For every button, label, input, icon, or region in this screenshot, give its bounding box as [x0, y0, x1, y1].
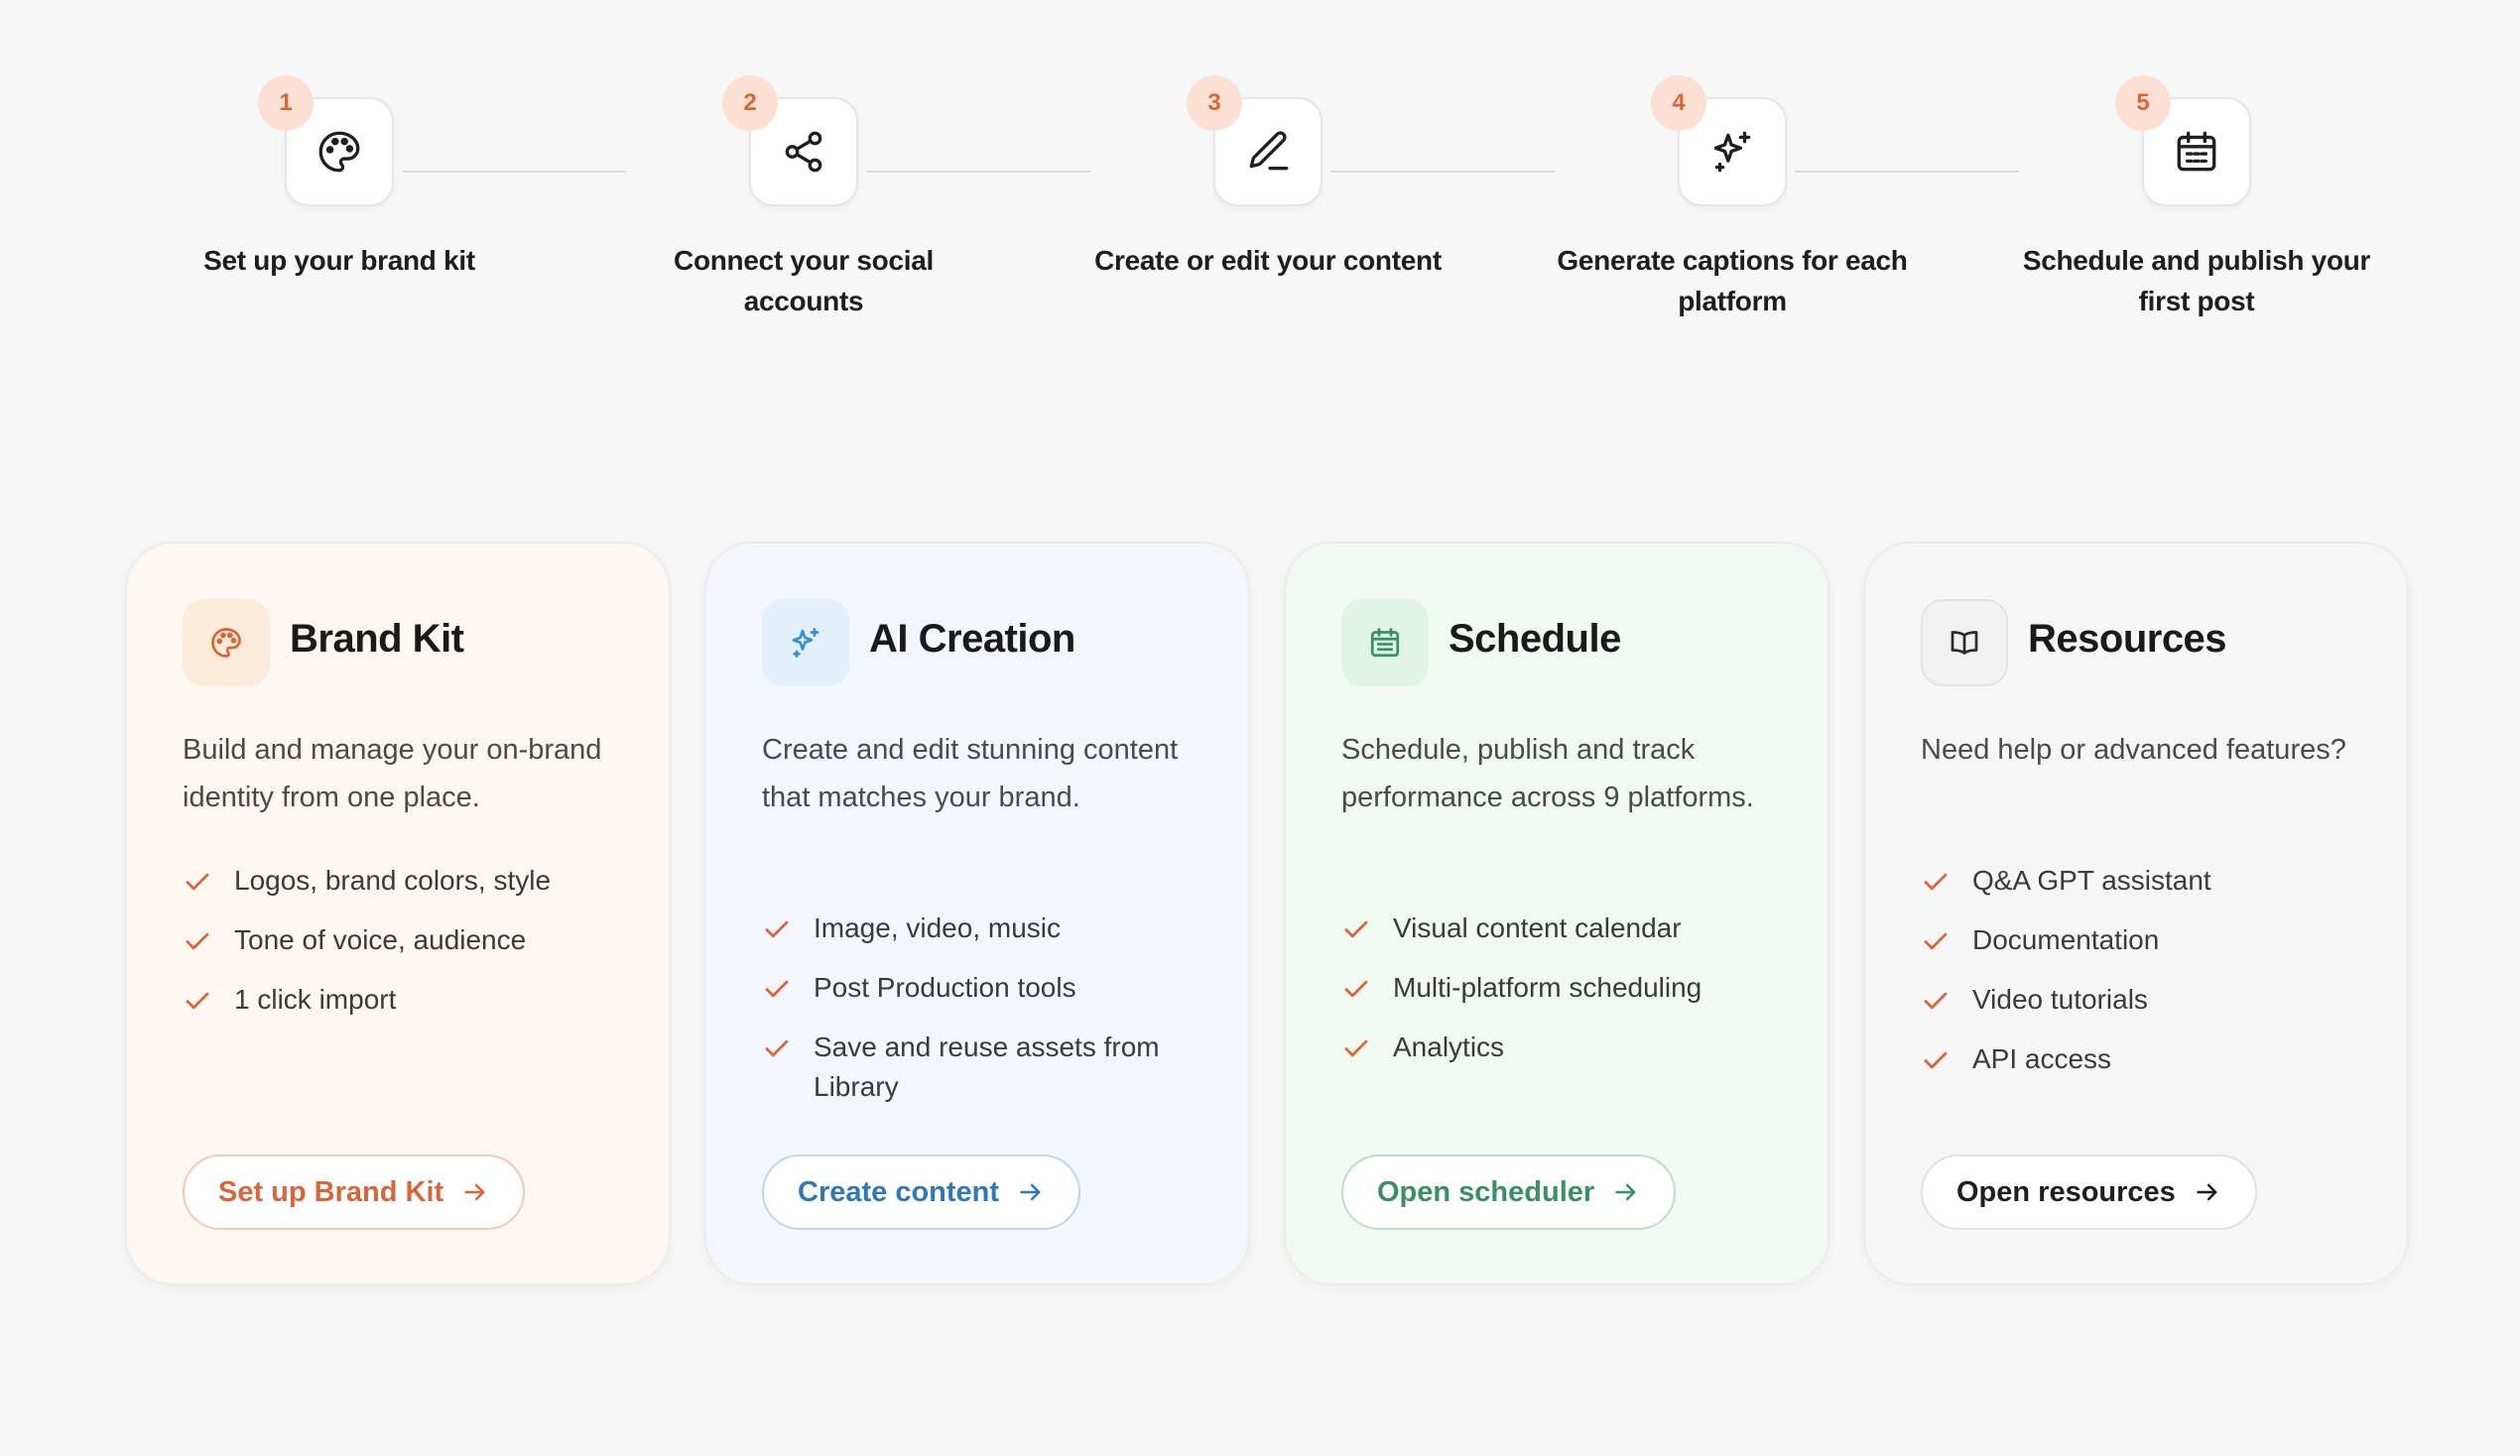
card-title: Brand Kit [290, 617, 464, 661]
button-label: Open resources [1956, 1175, 2176, 1208]
sparkles-icon [1713, 131, 1751, 173]
step-label: Set up your brand kit [203, 245, 475, 276]
onboarding-page: 1 Set up your brand kit 2 Connect your s… [0, 0, 2520, 1456]
onboarding-steps: 1 Set up your brand kit 2 Connect your s… [0, 0, 2520, 337]
palette-icon [318, 131, 360, 173]
feature-text: Visual content calendar [1393, 912, 1682, 943]
check-icon [765, 920, 789, 938]
feature-list: Q&A GPT assistant Documentation Video tu… [1921, 861, 2377, 1099]
feature-text: Video tutorials [1972, 984, 2148, 1015]
feature-item: Q&A GPT assistant [1921, 861, 2377, 901]
check-icon [1344, 980, 1368, 998]
feature-text: Multi-platform scheduling [1393, 972, 1702, 1003]
step-label: Generate captions for each platform [1557, 245, 1908, 316]
check-icon [1924, 992, 1948, 1010]
feature-item: Visual content calendar [1341, 909, 1798, 948]
card-icon-box [1921, 599, 2008, 686]
check-icon [1924, 932, 1948, 950]
card-icon-box [1341, 599, 1429, 686]
check-icon [186, 992, 209, 1010]
feature-text: Post Production tools [814, 972, 1076, 1003]
feature-text: Save and reuse assets from Library [814, 1031, 1160, 1102]
book-icon [1951, 631, 1978, 655]
feature-item: Video tutorials [1921, 980, 2377, 1020]
card-icon-box [183, 599, 270, 686]
check-icon [1924, 1051, 1948, 1069]
feature-item: Documentation [1921, 920, 2377, 960]
step-5[interactable]: 5 Schedule and publish your first post [1998, 0, 2395, 337]
button-label: Open scheduler [1377, 1175, 1595, 1208]
ai-creation-card: AI Creation Create and edit stunning con… [704, 542, 1250, 1285]
open-resources-button[interactable]: Open resources [1921, 1154, 2257, 1230]
feature-item: Image, video, music [762, 909, 1218, 948]
feature-list: Logos, brand colors, style Tone of voice… [183, 861, 639, 1039]
feature-item: API access [1921, 1039, 2377, 1079]
feature-text: Documentation [1972, 924, 2160, 955]
share-icon [785, 131, 822, 173]
arrow-right-icon [2197, 1183, 2217, 1201]
feature-item: Tone of voice, audience [183, 920, 639, 960]
card-description: Schedule, publish and track performance … [1341, 734, 1754, 813]
card-title: Schedule [1449, 617, 1621, 661]
step-number-badge: 2 [722, 75, 778, 131]
check-icon [1344, 1039, 1368, 1057]
palette-icon [211, 628, 241, 658]
card-title: Resources [2028, 617, 2227, 661]
brand-kit-card: Brand Kit Build and manage your on-brand… [125, 542, 671, 1285]
step-number-badge: 3 [1187, 75, 1242, 131]
step-label: Schedule and publish your first post [2022, 245, 2371, 316]
button-label: Set up Brand Kit [218, 1175, 444, 1208]
check-icon [765, 980, 789, 998]
step-label: Create or edit your content [1094, 245, 1442, 276]
check-icon [1924, 873, 1948, 891]
step-number-badge: 4 [1651, 75, 1706, 131]
step-3[interactable]: 3 Create or edit your content [1070, 0, 1466, 337]
check-icon [1344, 920, 1368, 938]
feature-text: Image, video, music [814, 912, 1061, 943]
feature-text: Q&A GPT assistant [1972, 865, 2211, 896]
feature-text: Logos, brand colors, style [234, 865, 552, 896]
button-label: Create content [798, 1175, 1000, 1208]
feature-item: Post Production tools [762, 968, 1218, 1008]
arrow-right-icon [1020, 1183, 1041, 1201]
schedule-card: Schedule Schedule, publish and track per… [1284, 542, 1829, 1285]
open-scheduler-button[interactable]: Open scheduler [1341, 1154, 1677, 1230]
check-icon [765, 1039, 789, 1057]
feature-item: Logos, brand colors, style [183, 861, 639, 901]
feature-list: Image, video, music Post Production tool… [762, 909, 1218, 1127]
feature-text: API access [1972, 1043, 2112, 1074]
step-4[interactable]: 4 Generate captions for each platform [1534, 0, 1931, 337]
feature-item: Save and reuse assets from Library [762, 1028, 1218, 1107]
card-description: Need help or advanced features? [1921, 734, 2346, 766]
feature-list: Visual content calendar Multi-platform s… [1341, 909, 1798, 1087]
set-up-brand-kit-button[interactable]: Set up Brand Kit [183, 1154, 526, 1230]
check-icon [186, 873, 209, 891]
feature-item: Analytics [1341, 1028, 1798, 1067]
step-number-badge: 5 [2115, 75, 2171, 131]
sparkles-icon [792, 628, 819, 658]
feature-text: Tone of voice, audience [234, 924, 527, 955]
check-icon [186, 932, 209, 950]
arrow-right-icon [1615, 1183, 1636, 1201]
card-title: AI Creation [869, 617, 1075, 661]
step-label: Connect your social accounts [674, 245, 934, 316]
calendar-icon [2177, 131, 2216, 172]
card-icon-box [762, 599, 849, 686]
pencil-icon [1249, 131, 1289, 171]
step-2[interactable]: 2 Connect your social accounts [605, 0, 1002, 337]
feature-item: Multi-platform scheduling [1341, 968, 1798, 1008]
feature-item: 1 click import [183, 980, 639, 1020]
step-1[interactable]: 1 Set up your brand kit [141, 0, 538, 337]
feature-text: Analytics [1393, 1031, 1505, 1062]
card-description: Build and manage your on-brand identity … [183, 734, 602, 813]
calendar-icon [1370, 628, 1400, 658]
card-description: Create and edit stunning content that ma… [762, 734, 1179, 813]
resources-card: Resources Need help or advanced features… [1863, 542, 2409, 1285]
arrow-right-icon [464, 1183, 485, 1201]
step-number-badge: 1 [258, 75, 314, 131]
create-content-button[interactable]: Create content [762, 1154, 1081, 1230]
feature-text: 1 click import [234, 984, 397, 1015]
